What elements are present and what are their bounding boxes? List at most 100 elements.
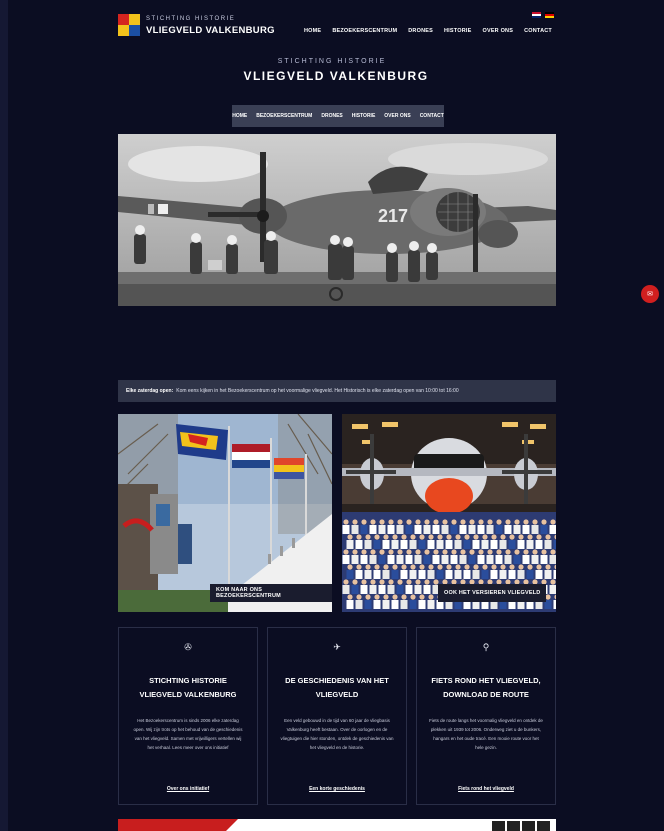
en-flag-icon[interactable] [532,12,541,18]
crowd-person-body [369,585,377,594]
top-nav-contact[interactable]: CONTACT [524,28,552,34]
card-link-bike-route[interactable]: Fiets rond het vliegveld [417,786,555,792]
volunteers-tile[interactable]: OOK HET VERSIEREN VLIEGVELD [342,414,556,612]
crowd-person-head [343,549,349,555]
sub-nav-over-ons[interactable]: OVER ONS [384,113,410,119]
crowd-person-head [532,549,538,555]
volunteers-button[interactable]: OOK HET VERSIEREN VLIEGVELD [438,584,547,602]
crowd-person-body [490,540,498,549]
crowd-person-head [482,534,488,540]
crowd-person-head [392,594,398,600]
logo-icon[interactable] [118,14,140,36]
crowd-person-head [527,564,533,570]
crowd-person-body [391,600,399,609]
crowd-person-head [383,564,389,570]
footer-red-shape [118,819,238,831]
crowd-person-body [373,540,381,549]
sub-nav-home[interactable]: HOME [232,113,247,119]
crowd-person-head [401,534,407,540]
aircraft-illustration: 217 [118,134,556,306]
top-nav: HOME BEZOEKERSCENTRUM DRONES HISTORIE OV… [304,28,552,34]
notice-label: Elke zaterdag open: [126,388,174,394]
crowd-person-head [383,594,389,600]
visitor-centre-tile[interactable]: KOM NAAR ONS BEZOEKERSCENTRUM [118,414,332,612]
top-nav-historie[interactable]: HISTORIE [444,28,471,34]
crowd-person-body [531,555,539,564]
crowd-person-body [405,585,413,594]
crowd-person-body [378,585,386,594]
crowd-person-head [383,534,389,540]
crowd-person-head [392,564,398,570]
crowd-person-head [401,594,407,600]
card-link-history[interactable]: Een korte geschiedenis [268,786,406,792]
crowd-person-body [369,555,377,564]
crowd-person-body [526,570,534,579]
top-nav-over-ons[interactable]: OVER ONS [482,28,513,34]
crowd-person-head [397,549,403,555]
crowd-person-body [549,525,556,534]
crowd-person-body [544,570,552,579]
crowd-person-head [473,564,479,570]
crowd-person-head [356,564,362,570]
crowd-person-head [523,549,529,555]
crowd-person-body [364,570,372,579]
footer-banner [118,819,556,831]
airplane-icon: ✈ [333,641,341,652]
crowd-person-body [481,570,489,579]
sub-nav-drones[interactable]: DRONES [321,113,342,119]
top-nav-bezoekerscentrum[interactable]: BEZOEKERSCENTRUM [332,28,397,34]
crowd-person-body [351,525,359,534]
hero-title: VLIEGVELD VALKENBURG [243,69,429,83]
crowd-person-head [374,594,380,600]
crowd-person-body [459,555,467,564]
crowd-person-head [451,549,457,555]
sub-nav-historie[interactable]: HISTORIE [352,113,376,119]
crowd-person-head [451,519,457,525]
crowd-person-head [523,519,529,525]
crowd-person-body [355,540,363,549]
crowd-person-body [486,525,494,534]
crowd-person-body [418,540,426,549]
crowd-person-body [513,555,521,564]
crowd-person-body [517,540,525,549]
crowd-person-body [495,555,503,564]
crowd-person-head [518,564,524,570]
crowd-person-body [526,540,534,549]
crowd-person-body [355,570,363,579]
crowd-person-head [410,564,416,570]
crowd-person-head [437,534,443,540]
top-nav-drones[interactable]: DRONES [408,28,433,34]
crowd-person-body [396,585,404,594]
card-text: Het Bezoekerscentrum is sinds 2006 elke … [133,718,243,750]
de-flag-icon[interactable] [545,12,554,18]
sub-nav-bezoekerscentrum[interactable]: BEZOEKERSCENTRUM [256,113,312,119]
crowd-person-body [409,600,417,609]
card-link-about[interactable]: Over ons initiatief [119,786,257,792]
crowd-person-head [361,519,367,525]
crowd-person-body [414,555,422,564]
crowd-person-body [409,570,417,579]
sub-nav-contact[interactable]: CONTACT [420,113,444,119]
crowd-person-head [343,579,349,585]
crowd-person-head [541,519,547,525]
crowd-person-body [531,525,539,534]
hangar-group-photo [342,414,556,612]
top-nav-home[interactable]: HOME [304,28,321,34]
crowd-person-head [419,564,425,570]
crowd-person-body [378,555,386,564]
crowd-person-body [445,540,453,549]
brand-name[interactable]: VLIEGVELD VALKENBURG [146,25,275,36]
visitor-centre-button[interactable]: KOM NAAR ONS BEZOEKERSCENTRUM [210,584,332,602]
crowd-person-head [415,519,421,525]
crowd-person-body [477,555,485,564]
crowd-person-head [455,534,461,540]
crowd-person-head [478,549,484,555]
chat-icon[interactable]: ✉ [641,285,659,303]
crowd-person-body [441,555,449,564]
crowd-person-head [424,519,430,525]
crowd-person-body [427,600,435,609]
qr-code-icon[interactable] [492,821,550,831]
crowd-person-head [482,564,488,570]
crowd-person-body [553,540,556,549]
crowd-person-body [351,585,359,594]
